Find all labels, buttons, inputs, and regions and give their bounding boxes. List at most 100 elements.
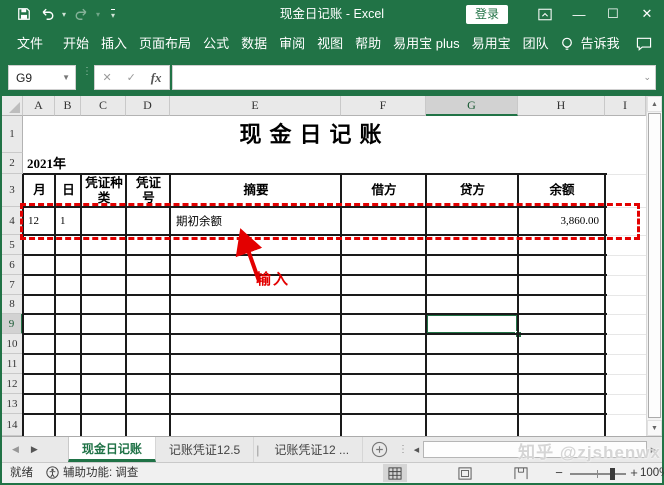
row-header-8[interactable]: 8 bbox=[2, 295, 23, 314]
ribbon-tab-7[interactable]: 审阅 bbox=[279, 28, 305, 60]
column-header-I[interactable]: I bbox=[605, 96, 646, 116]
sheet-tab-1[interactable]: 现金日记账 bbox=[68, 437, 156, 462]
header-cell-B3[interactable]: 日 bbox=[57, 176, 80, 205]
login-button[interactable]: 登录 bbox=[466, 5, 508, 24]
year-cell[interactable]: 2021年 bbox=[27, 153, 66, 174]
row-header-10[interactable]: 10 bbox=[2, 334, 23, 354]
column-header-A[interactable]: A bbox=[23, 96, 55, 116]
table-border-h bbox=[23, 413, 607, 415]
ribbon-tab-2[interactable]: 开始 bbox=[63, 28, 89, 60]
row-header-9[interactable]: 9 bbox=[2, 314, 23, 334]
ribbon-tab-8[interactable]: 视图 bbox=[317, 28, 343, 60]
ribbon-tab-10[interactable]: 易用宝 plus bbox=[393, 28, 459, 60]
vertical-scrollbar-thumb[interactable] bbox=[648, 113, 661, 418]
row-header-2[interactable]: 2 bbox=[2, 153, 23, 174]
accessibility-status-label[interactable]: 辅助功能: 调查 bbox=[63, 463, 138, 483]
accessibility-icon bbox=[46, 466, 59, 482]
header-cell-D3[interactable]: 凭证号 bbox=[128, 176, 169, 205]
close-button[interactable]: ✕ bbox=[630, 0, 664, 28]
sheet-nav-right-icon[interactable]: ▶ bbox=[25, 437, 44, 462]
formula-input[interactable]: ⌄ bbox=[172, 65, 656, 90]
ribbon-display-options-icon[interactable] bbox=[528, 0, 562, 28]
ribbon-tab-1[interactable]: 文件 bbox=[17, 28, 43, 60]
maximize-button[interactable]: ☐ bbox=[596, 0, 630, 28]
zoom-level[interactable]: 100% bbox=[640, 463, 664, 483]
scroll-up-icon[interactable]: ▲ bbox=[647, 96, 662, 112]
column-header-H[interactable]: H bbox=[518, 96, 605, 116]
ribbon-tab-9[interactable]: 帮助 bbox=[355, 28, 381, 60]
enter-entry-icon[interactable]: ✓ bbox=[127, 71, 136, 84]
sheet-title-cell[interactable]: 现金日记账 bbox=[23, 117, 606, 153]
insert-function-icon[interactable]: fx bbox=[151, 70, 162, 86]
minimize-button[interactable]: — bbox=[562, 0, 596, 28]
row-header-12[interactable]: 12 bbox=[2, 374, 23, 394]
comment-icon[interactable] bbox=[636, 37, 652, 51]
page-break-view-icon[interactable] bbox=[509, 464, 533, 482]
name-box[interactable]: G9 ▼ bbox=[8, 65, 76, 90]
annotation-label: 输入 bbox=[256, 268, 290, 289]
excel-window: ▾ ▾ ▾ 现金日记账 - Excel 登录 — ☐ ✕ 文件开始插入页面布局公… bbox=[0, 0, 664, 485]
scroll-left-icon[interactable]: ◀ bbox=[410, 441, 423, 458]
header-cell-E3[interactable]: 摘要 bbox=[172, 176, 340, 205]
row-header-7[interactable]: 7 bbox=[2, 275, 23, 295]
row-header-6[interactable]: 6 bbox=[2, 255, 23, 275]
name-box-dropdown-icon[interactable]: ▼ bbox=[62, 73, 70, 82]
new-sheet-icon[interactable] bbox=[371, 437, 388, 462]
ribbon-tab-11[interactable]: 易用宝 bbox=[472, 28, 511, 60]
name-box-value: G9 bbox=[16, 71, 32, 85]
ribbon-tab-4[interactable]: 页面布局 bbox=[139, 28, 191, 60]
table-border-h bbox=[23, 173, 607, 175]
column-header-G[interactable]: G bbox=[426, 96, 518, 116]
column-header-F[interactable]: F bbox=[341, 96, 426, 116]
gridline bbox=[607, 275, 646, 276]
header-cell-A3[interactable]: 月 bbox=[25, 176, 54, 205]
watermark: 知乎 @zjshenwx bbox=[518, 438, 661, 463]
row-header-13[interactable]: 13 bbox=[2, 394, 23, 414]
header-cell-C3[interactable]: 凭证种类 bbox=[83, 176, 125, 205]
titlebar-controls: 登录 — ☐ ✕ bbox=[466, 0, 664, 28]
sheet-tab-2[interactable]: 记账凭证12.5 bbox=[156, 437, 254, 462]
zoom-in-icon[interactable]: + bbox=[627, 463, 641, 483]
selected-cell-G9[interactable] bbox=[426, 314, 518, 334]
tab-separator: | bbox=[254, 437, 261, 462]
select-all-corner[interactable] bbox=[2, 96, 23, 116]
column-header-E[interactable]: E bbox=[170, 96, 341, 116]
row-header-14[interactable]: 14 bbox=[2, 414, 23, 436]
expand-formula-bar-icon[interactable]: ⌄ bbox=[643, 72, 651, 83]
gridline bbox=[607, 394, 646, 395]
zoom-slider-thumb[interactable] bbox=[610, 468, 615, 480]
gridline bbox=[607, 255, 646, 256]
row-header-1[interactable]: 1 bbox=[2, 116, 23, 153]
row-header-11[interactable]: 11 bbox=[2, 354, 23, 374]
ribbon-tab-13[interactable]: 告诉我 bbox=[581, 28, 620, 60]
ribbon-tab-3[interactable]: 插入 bbox=[101, 28, 127, 60]
header-cell-H3[interactable]: 余额 bbox=[520, 176, 604, 205]
scroll-down-icon[interactable]: ▼ bbox=[647, 420, 662, 436]
column-header-C[interactable]: C bbox=[81, 96, 126, 116]
normal-view-icon[interactable] bbox=[383, 464, 407, 482]
worksheet-grid[interactable]: 现金日记账 2021年 12 1 期初余额 3,860.00 输入 ▲ ▼ AB… bbox=[2, 96, 662, 436]
zoom-slider-track[interactable] bbox=[570, 473, 626, 475]
table-border-h bbox=[23, 373, 607, 375]
gridline bbox=[607, 174, 646, 175]
table-border-h bbox=[23, 353, 607, 355]
zoom-out-icon[interactable]: − bbox=[552, 463, 566, 483]
table-border-h bbox=[23, 333, 607, 335]
sheet-nav-left-icon[interactable]: ◀ bbox=[6, 437, 25, 462]
sheet-tab-3[interactable]: 记账凭证12 ... bbox=[261, 437, 363, 462]
status-ready-label: 就绪 bbox=[10, 463, 33, 483]
header-cell-F3[interactable]: 借方 bbox=[343, 176, 425, 205]
ribbon-tab-5[interactable]: 公式 bbox=[203, 28, 229, 60]
column-header-B[interactable]: B bbox=[55, 96, 81, 116]
header-cell-G3[interactable]: 贷方 bbox=[428, 176, 517, 205]
cancel-entry-icon[interactable]: ✕ bbox=[102, 71, 111, 84]
column-header-D[interactable]: D bbox=[126, 96, 170, 116]
formula-bar-divider: ⋮ bbox=[82, 69, 92, 74]
title-bar: ▾ ▾ ▾ 现金日记账 - Excel 登录 — ☐ ✕ bbox=[0, 0, 664, 28]
tab-options-icon[interactable]: ⋮ bbox=[398, 437, 408, 462]
vertical-scrollbar[interactable]: ▲ ▼ bbox=[646, 96, 662, 436]
ribbon-tab-12[interactable]: 团队 bbox=[523, 28, 549, 60]
annotation-dashed-box bbox=[20, 203, 640, 240]
ribbon-tab-6[interactable]: 数据 bbox=[241, 28, 267, 60]
page-layout-view-icon[interactable] bbox=[453, 464, 477, 482]
